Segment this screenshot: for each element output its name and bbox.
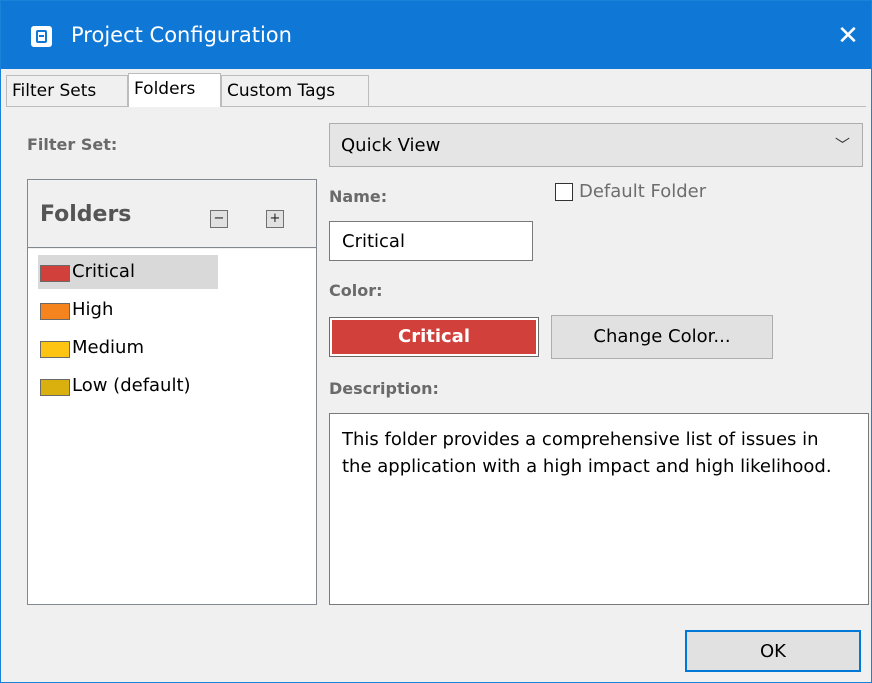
description-text: This folder provides a comprehensive lis… [342, 429, 832, 477]
description-textarea[interactable]: This folder provides a comprehensive lis… [329, 413, 869, 605]
color-label: Color: [329, 281, 383, 300]
default-folder-label[interactable]: Default Folder [579, 181, 706, 202]
remove-folder-button[interactable]: − [210, 210, 228, 228]
folder-item-low[interactable]: Low (default) [38, 369, 218, 403]
folder-color-swatch [40, 265, 70, 282]
folder-color-swatch [40, 379, 70, 396]
add-folder-button[interactable]: + [266, 210, 284, 228]
close-icon[interactable]: ✕ [831, 19, 865, 53]
ok-button[interactable]: OK [685, 630, 861, 672]
folders-title: Folders [40, 202, 132, 227]
folder-label: High [72, 299, 114, 320]
folders-list: Critical High Medium Low (default) [28, 249, 316, 604]
project-icon [31, 26, 52, 47]
filter-set-label: Filter Set: [27, 135, 118, 154]
tab-folders[interactable]: Folders [128, 73, 221, 107]
folder-item-medium[interactable]: Medium [38, 331, 218, 365]
name-label: Name: [329, 187, 388, 206]
folder-name-input[interactable]: Critical [329, 221, 533, 261]
filter-set-value: Quick View [341, 135, 441, 156]
description-label: Description: [329, 379, 439, 398]
folder-label: Critical [72, 261, 135, 282]
filter-set-select[interactable]: Quick View ﹀ [329, 123, 863, 167]
project-configuration-dialog: Project Configuration ✕ Filter Sets Fold… [0, 0, 872, 683]
change-color-button[interactable]: Change Color... [551, 315, 773, 359]
folder-item-critical[interactable]: Critical [38, 255, 218, 289]
folder-color-preview-text: Critical [332, 320, 536, 354]
folder-color-swatch [40, 303, 70, 320]
folder-color-swatch [40, 341, 70, 358]
folders-header: Folders − + [28, 180, 316, 248]
tab-custom-tags[interactable]: Custom Tags [221, 75, 369, 106]
folder-name-value: Critical [342, 231, 405, 252]
chevron-down-icon: ﹀ [834, 136, 850, 154]
folders-list-box: Folders − + Critical High Medium Low (de… [27, 179, 317, 605]
window-title: Project Configuration [71, 23, 292, 47]
folder-label: Medium [72, 337, 144, 358]
tab-filter-sets[interactable]: Filter Sets [6, 75, 128, 106]
folder-color-preview: Critical [329, 317, 539, 357]
folders-tab-panel: Filter Set: Quick View ﹀ Folders − + Cri… [11, 107, 869, 618]
tab-strip: Filter Sets Folders Custom Tags [6, 73, 866, 107]
folder-item-high[interactable]: High [38, 293, 218, 327]
title-bar[interactable]: Project Configuration ✕ [1, 1, 871, 69]
folder-label: Low (default) [72, 375, 191, 396]
default-folder-checkbox[interactable] [555, 183, 573, 201]
